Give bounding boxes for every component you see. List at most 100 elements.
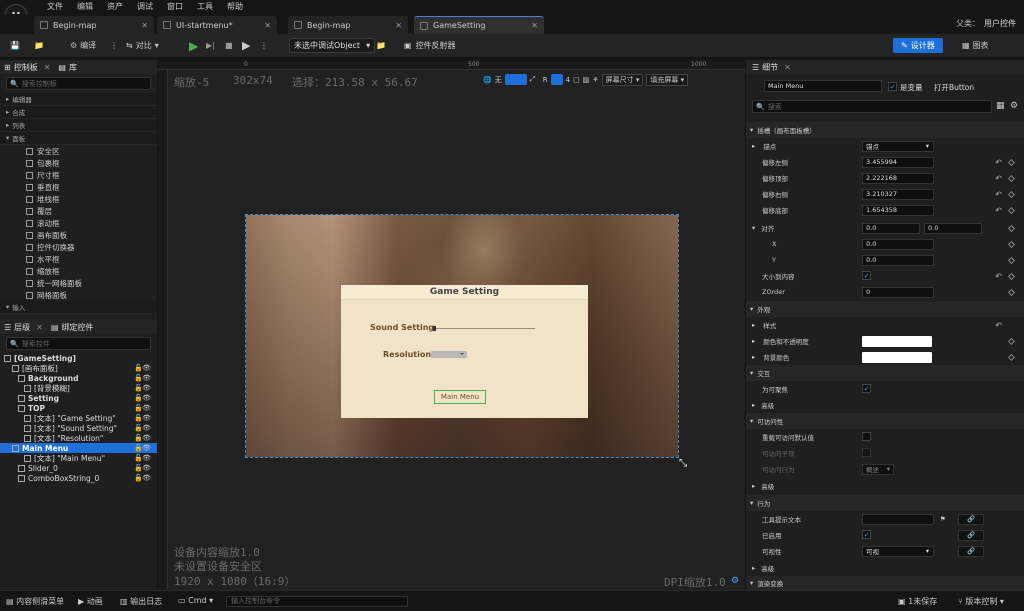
offset-left-input[interactable]: 3.455994: [862, 156, 934, 168]
style-row[interactable]: ▸ 样式 ↶: [746, 317, 1024, 333]
tab-begin-map-2[interactable]: Begin-map ✕: [288, 16, 408, 34]
reset-icon[interactable]: ↶: [995, 190, 1002, 199]
eye-icon[interactable]: 👁: [142, 434, 151, 442]
eye-icon[interactable]: 👁: [142, 474, 151, 482]
hierarchy-item[interactable]: [画布面板] 🔓 👁: [0, 363, 157, 373]
hierarchy-item[interactable]: [背景模糊] 🔓 👁: [0, 383, 157, 393]
no-label[interactable]: 无: [495, 75, 502, 85]
eye-icon[interactable]: 👁: [142, 464, 151, 472]
reset-icon[interactable]: ↶: [995, 272, 1002, 281]
bind-link-icon[interactable]: 🔗: [958, 545, 984, 557]
hierarchy-item[interactable]: ComboBoxString_0 🔓 👁: [0, 473, 157, 483]
content-drawer-button[interactable]: ▤ 内容侧滑菜单: [6, 596, 64, 607]
is-variable-checkbox[interactable]: ✓: [888, 82, 897, 91]
palette-category-panel[interactable]: ▾ 面板: [0, 132, 157, 145]
close-icon[interactable]: ✕: [141, 21, 148, 30]
browse-icon[interactable]: 📁: [34, 38, 44, 53]
flag-icon[interactable]: ⚑: [940, 515, 946, 523]
alignment-y-input[interactable]: 0.0: [924, 222, 982, 234]
outline-icon[interactable]: ▢: [573, 76, 580, 84]
grid-size-value[interactable]: 4: [566, 76, 570, 84]
designer-mode-button[interactable]: ✎ 设计器: [893, 38, 943, 53]
menu-window[interactable]: 窗口: [160, 1, 190, 12]
close-icon[interactable]: ✕: [784, 63, 791, 72]
menu-file[interactable]: 文件: [40, 1, 70, 12]
sound-slider[interactable]: [433, 326, 535, 331]
eye-icon[interactable]: 👁: [142, 384, 151, 392]
resolution-label[interactable]: Resolution: [383, 350, 431, 359]
hierarchy-search-input[interactable]: 🔍 搜索控件: [6, 337, 151, 350]
tooltip-input[interactable]: [862, 513, 934, 525]
eye-icon[interactable]: 👁: [142, 454, 151, 462]
step-button[interactable]: ▶|: [206, 38, 215, 53]
parent-class-link[interactable]: 用户控件: [984, 19, 1016, 28]
keyframe-icon[interactable]: [1007, 353, 1016, 361]
keyframe-icon[interactable]: [1007, 224, 1016, 232]
hierarchy-item[interactable]: Setting 🔓 👁: [0, 393, 157, 403]
menu-edit[interactable]: 编辑: [70, 1, 100, 12]
menu-tools[interactable]: 工具: [190, 1, 220, 12]
tab-palette[interactable]: 控制板: [14, 62, 38, 73]
palette-item-overlay[interactable]: 覆层: [0, 205, 157, 217]
close-icon[interactable]: ✕: [36, 323, 43, 332]
diff-button[interactable]: ⇆ 对比 ▾: [126, 38, 159, 53]
keyframe-icon[interactable]: [1007, 206, 1016, 214]
save-icon[interactable]: 💾: [10, 38, 20, 53]
palette-item-safezone[interactable]: 安全区: [0, 145, 157, 157]
palette-search-input[interactable]: 🔍 搜索控制板: [6, 77, 151, 90]
r-toggle[interactable]: R: [543, 76, 548, 84]
accessibility-section[interactable]: ▾ 可访问性: [746, 413, 1024, 429]
offset-bottom-input[interactable]: 1.654358: [862, 204, 934, 216]
size-to-content-checkbox[interactable]: ✓: [862, 271, 871, 280]
palette-item-stackbox[interactable]: 堆栈框: [0, 193, 157, 205]
screen-size-dropdown[interactable]: 屏幕尺寸 ▾: [601, 73, 644, 86]
keyframe-icon[interactable]: [1007, 240, 1016, 248]
resize-handle-icon[interactable]: ⤡: [679, 458, 687, 469]
palette-category-composite[interactable]: ▸ 合成: [0, 106, 157, 119]
keyframe-icon[interactable]: [1007, 158, 1016, 166]
palette-category-editor[interactable]: ▸ 编辑器: [0, 93, 157, 106]
tab-library[interactable]: 库: [69, 62, 77, 73]
game-setting-title[interactable]: Game Setting: [341, 285, 588, 300]
hierarchy-item[interactable]: TOP 🔓 👁: [0, 403, 157, 413]
reset-icon[interactable]: ↶: [995, 206, 1002, 215]
color-opacity-swatch[interactable]: [862, 335, 932, 347]
eye-icon[interactable]: 👁: [142, 374, 151, 382]
console-command-input[interactable]: 输入控制台命令: [226, 596, 408, 607]
palette-item-scrollbox[interactable]: 滚动框: [0, 217, 157, 229]
locale-icon[interactable]: ⚘: [592, 76, 598, 84]
dpi-settings-icon[interactable]: ⚙: [731, 576, 739, 586]
x-input[interactable]: 0.0: [862, 238, 934, 250]
bind-link-icon[interactable]: 🔗: [958, 513, 984, 525]
visibility-dropdown[interactable]: 可视 ▾: [862, 545, 934, 557]
palette-item-horizontalbox[interactable]: 水平框: [0, 253, 157, 265]
palette-item-sizebox[interactable]: 尺寸框: [0, 169, 157, 181]
tab-details[interactable]: 细节: [762, 62, 778, 73]
eye-icon[interactable]: 👁: [142, 394, 151, 402]
zorder-input[interactable]: 0: [862, 286, 934, 298]
close-icon[interactable]: ✕: [531, 21, 538, 30]
compile-button[interactable]: ⚙ 编译: [70, 38, 96, 53]
tab-gamesetting[interactable]: GameSetting ✕: [414, 16, 544, 34]
accessible-children-checkbox[interactable]: [862, 448, 871, 457]
hierarchy-item[interactable]: Slider_0 🔓 👁: [0, 463, 157, 473]
advanced-behavior-row[interactable]: ▸ 高级: [746, 560, 1024, 576]
menu-debug[interactable]: 调试: [130, 1, 160, 12]
palette-category-input[interactable]: ▾ 输入: [0, 301, 157, 314]
gear-icon[interactable]: ⚙: [1010, 101, 1018, 111]
tab-bind-widgets[interactable]: 绑定控件: [61, 322, 93, 333]
eye-icon[interactable]: 👁: [142, 404, 151, 412]
hierarchy-item[interactable]: [文本] "Resolution" 🔓 👁: [0, 433, 157, 443]
palette-item-canvaspanel[interactable]: 画布面板: [0, 229, 157, 241]
unsaved-indicator[interactable]: ▣ 1未保存: [898, 596, 937, 607]
palette-item-wrapbox[interactable]: 包裹框: [0, 157, 157, 169]
menu-assets[interactable]: 资产: [100, 1, 130, 12]
render-transform-section[interactable]: ▾ 渲染变换: [746, 576, 1024, 590]
details-search-input[interactable]: 🔍 搜索: [752, 100, 992, 113]
setting-panel[interactable]: Game Setting Sound Setting Resolution Ma…: [341, 285, 588, 418]
keyframe-icon[interactable]: [1007, 272, 1016, 280]
play-options-icon[interactable]: ⋮: [260, 38, 268, 53]
open-button-link[interactable]: 打开Button: [934, 82, 974, 93]
close-icon[interactable]: ✕: [264, 21, 271, 30]
advanced-interaction-row[interactable]: ▸ 高级: [746, 397, 1024, 413]
